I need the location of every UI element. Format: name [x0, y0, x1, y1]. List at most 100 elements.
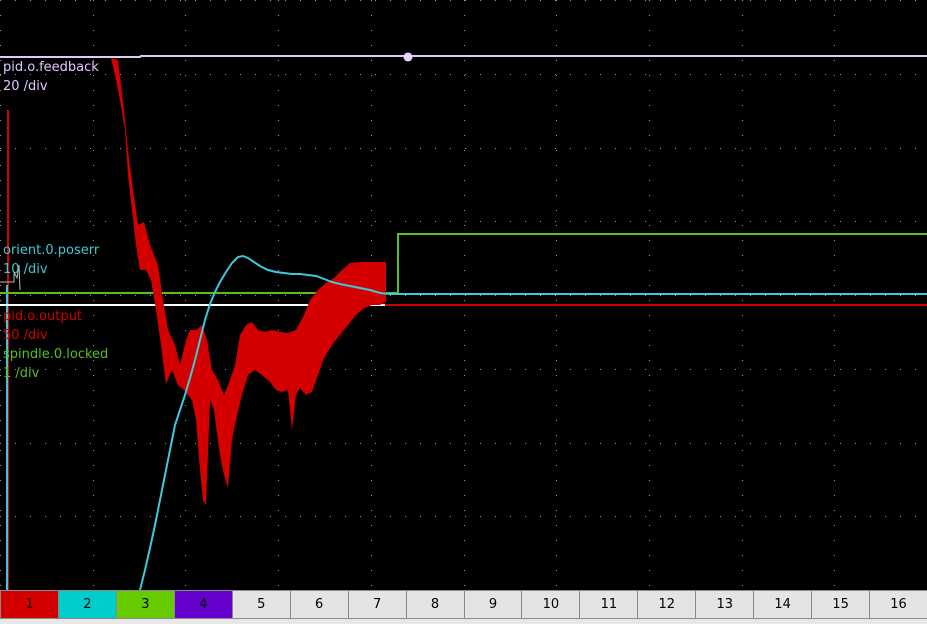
grid-dot: [750, 221, 751, 222]
grid-dot: [600, 516, 601, 517]
grid-dot: [480, 295, 481, 296]
channel-button-12[interactable]: 12: [637, 590, 697, 619]
grid-dot: [742, 30, 743, 31]
grid-dot: [371, 0, 372, 1]
channel-button-8[interactable]: 8: [405, 590, 465, 619]
channel-button-5[interactable]: 5: [231, 590, 291, 619]
grid-dot: [649, 315, 650, 316]
channel-button-16[interactable]: 16: [869, 590, 927, 619]
grid-dot: [660, 0, 661, 1]
grid-dot: [556, 510, 557, 511]
trigger-marker[interactable]: [403, 52, 413, 62]
grid-dot: [705, 369, 706, 370]
grid-dot: [60, 443, 61, 444]
grid-dot: [75, 148, 76, 149]
grid-dot: [795, 74, 796, 75]
grid-dot: [660, 221, 661, 222]
grid-dot: [795, 221, 796, 222]
scope-display[interactable]: pid.o.feedback 20 /div orient.0.poserr 1…: [0, 0, 927, 590]
grid-dot: [742, 585, 743, 586]
grid-dot: [375, 74, 376, 75]
channel-button-10[interactable]: 10: [521, 590, 581, 619]
channel-button-7[interactable]: 7: [347, 590, 407, 619]
grid-dot: [464, 360, 465, 361]
grid-dot: [834, 555, 835, 556]
grid-dot: [660, 295, 661, 296]
label-pid-feedback-scale: 20 /div: [3, 79, 48, 94]
grid-dot: [900, 516, 901, 517]
grid-dot: [556, 270, 557, 271]
grid-dot: [649, 165, 650, 166]
grid-dot: [278, 150, 279, 151]
channel-button-4[interactable]: 4: [173, 590, 233, 619]
channel-button-6[interactable]: 6: [289, 590, 349, 619]
grid-dot: [795, 295, 796, 296]
channel-button-15[interactable]: 15: [811, 590, 871, 619]
grid-dot: [780, 0, 781, 1]
grid-dot: [330, 221, 331, 222]
grid-dot: [675, 74, 676, 75]
grid-dot: [300, 516, 301, 517]
grid-dot: [93, 45, 94, 46]
grid-dot: [555, 443, 556, 444]
grid-dot: [90, 443, 91, 444]
channel-button-9[interactable]: 9: [463, 590, 523, 619]
grid-dot: [464, 465, 465, 466]
grid-dot: [435, 443, 436, 444]
grid-dot: [278, 300, 279, 301]
channel-button-3[interactable]: 3: [115, 590, 175, 619]
grid-dot: [915, 221, 916, 222]
grid-dot: [93, 315, 94, 316]
grid-dot: [278, 180, 279, 181]
grid-dot: [675, 0, 676, 1]
grid-dot: [705, 295, 706, 296]
grid-dot: [225, 295, 226, 296]
grid-dot: [464, 345, 465, 346]
channel-button-14[interactable]: 14: [753, 590, 813, 619]
grid-dot: [495, 221, 496, 222]
grid-dot: [315, 516, 316, 517]
grid-dot: [371, 90, 372, 91]
grid-dot: [742, 15, 743, 16]
channel-button-1[interactable]: 1: [0, 590, 59, 619]
grid-dot: [375, 221, 376, 222]
grid-dot: [834, 525, 835, 526]
grid-dot: [345, 516, 346, 517]
grid-dot: [0, 15, 1, 16]
grid-dot: [834, 510, 835, 511]
grid-dot: [915, 74, 916, 75]
grid-dot: [555, 0, 556, 1]
grid-dot: [834, 405, 835, 406]
grid-dot: [185, 90, 186, 91]
grid-dot: [375, 0, 376, 1]
grid-dot: [540, 221, 541, 222]
grid-dot: [556, 300, 557, 301]
grid-dot: [600, 148, 601, 149]
grid-dot: [405, 148, 406, 149]
grid-dot: [255, 516, 256, 517]
channel-button-2[interactable]: 2: [57, 590, 117, 619]
grid-dot: [855, 516, 856, 517]
grid-dot: [185, 405, 186, 406]
grid-dot: [834, 480, 835, 481]
grid-dot: [834, 270, 835, 271]
grid-dot: [645, 148, 646, 149]
grid-dot: [315, 0, 316, 1]
grid-dot: [556, 210, 557, 211]
channel-button-11[interactable]: 11: [579, 590, 639, 619]
grid-dot: [93, 285, 94, 286]
grid-dot: [390, 0, 391, 1]
grid-dot: [371, 225, 372, 226]
label-orient-poserr-name: orient.0.poserr: [3, 243, 100, 258]
grid-dot: [93, 210, 94, 211]
grid-dot: [690, 369, 691, 370]
grid-dot: [495, 295, 496, 296]
channel-button-13[interactable]: 13: [695, 590, 755, 619]
grid-dot: [371, 435, 372, 436]
grid-dot: [885, 221, 886, 222]
grid-dot: [834, 390, 835, 391]
grid-dot: [345, 369, 346, 370]
grid-dot: [371, 135, 372, 136]
grid-dot: [195, 0, 196, 1]
grid-dot: [585, 74, 586, 75]
